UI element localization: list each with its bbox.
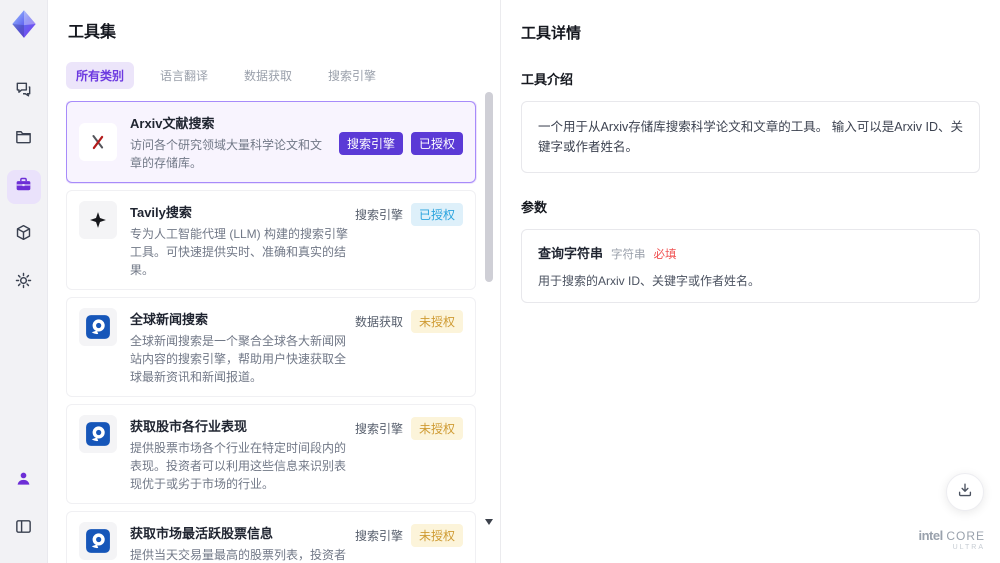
tool-name: 获取市场最活跃股票信息 [130,526,274,541]
tool-name: Arxiv文献搜索 [130,116,215,131]
intel-core-logo: intel CORE ULTRA [918,529,985,551]
category-label: 搜索引擎 [354,208,403,222]
sidebar-item-panel-toggle[interactable] [7,512,41,546]
tab-data-fetch[interactable]: 数据获取 [234,62,302,89]
sidebar-item-account[interactable] [7,464,41,498]
param-type: 字符串 [611,249,646,261]
tab-all-categories[interactable]: 所有类别 [66,62,135,89]
category-badge: 搜索引擎 [338,131,403,155]
list-scrollbar[interactable] [485,86,493,559]
tool-description: 专为人工智能代理 (LLM) 构建的搜索引擎工具。可快速提供实时、准确和真实的结… [130,227,349,277]
scrollbar-down-arrow-icon[interactable] [485,519,493,525]
param-description: 用于搜索的Arxiv ID、关键字或作者姓名。 [538,274,761,288]
tool-description: 访问各个研究领域大量科学论文和文章的存储库。 [130,138,323,170]
sidebar-item-files[interactable] [7,122,41,156]
app-window: 工具集 所有类别 语言翻译 数据获取 搜索引擎 Arxiv文献搜索 访问各个研究… [0,0,1000,563]
sidebar-item-settings[interactable] [7,266,41,300]
tool-card-most-active-stocks[interactable]: 获取市场最活跃股票信息 提供当天交易量最高的股票列表，投资者可以利用这些信息来识… [66,511,476,563]
tool-name: 全球新闻搜索 [130,312,209,327]
chat-icon [14,79,33,103]
tool-detail-panel: 工具详情 工具介绍 一个用于从Arxiv存储库搜索科学论文和文章的工具。 输入可… [500,0,1000,563]
intel-wordmark: intel [918,528,943,543]
global-news-logo-icon [79,415,117,453]
sidebar-item-packages[interactable] [7,218,41,252]
tool-card-sector-performance[interactable]: 获取股市各行业表现 提供股票市场各个行业在特定时间段内的表现。投资者可以利用这些… [66,404,476,504]
folder-icon [14,127,33,151]
sidebar-item-tools[interactable] [6,170,41,204]
core-wordmark: CORE [946,529,985,543]
tool-name: 获取股市各行业表现 [130,419,248,434]
parameter-item: 查询字符串 字符串 必填 用于搜索的Arxiv ID、关键字或作者姓名。 [521,229,980,303]
tool-intro-text: 一个用于从Arxiv存储库搜索科学论文和文章的工具。 输入可以是Arxiv ID… [521,101,980,173]
side-panel-icon [14,517,33,541]
app-logo[interactable] [7,7,41,41]
download-icon [956,481,974,504]
tool-list-panel: 工具集 所有类别 语言翻译 数据获取 搜索引擎 Arxiv文献搜索 访问各个研究… [48,0,500,563]
intro-heading: 工具介绍 [521,72,574,87]
category-label: 数据获取 [354,315,403,329]
auth-status-badge: 未授权 [410,417,463,440]
briefcase-icon [14,175,33,199]
tool-description: 全球新闻搜索是一个聚合全球各大新闻网站内容的搜索引擎，帮助用户快速获取全球最新资… [130,334,347,384]
tool-description: 提供股票市场各个行业在特定时间段内的表现。投资者可以利用这些信息来识别表现优于或… [130,441,347,491]
category-tabs: 所有类别 语言翻译 数据获取 搜索引擎 [66,62,500,89]
category-label: 搜索引擎 [354,422,403,436]
sidebar-item-chat[interactable] [7,74,41,108]
tool-name: Tavily搜索 [130,205,192,220]
tool-card-arxiv[interactable]: Arxiv文献搜索 访问各个研究领域大量科学论文和文章的存储库。 搜索引擎 已授… [66,101,476,183]
param-required-flag: 必填 [653,249,677,261]
cube-icon [14,223,33,247]
auth-status-badge: 已授权 [410,203,463,226]
detail-title: 工具详情 [521,25,582,42]
download-button[interactable] [946,473,984,511]
scrollbar-thumb[interactable] [485,92,493,282]
user-avatar-icon [14,469,33,493]
icon-rail [0,0,48,563]
tool-card-tavily[interactable]: Tavily搜索 专为人工智能代理 (LLM) 构建的搜索引擎工具。可快速提供实… [66,190,476,290]
global-news-logo-icon [79,308,117,346]
tavily-star-icon [79,201,117,239]
ultra-wordmark: ULTRA [952,544,985,551]
tool-card-global-news[interactable]: 全球新闻搜索 全球新闻搜索是一个聚合全球各大新闻网站内容的搜索引擎，帮助用户快速… [66,297,476,397]
page-title: 工具集 [68,24,117,41]
auth-status-badge: 未授权 [410,524,463,547]
category-label: 搜索引擎 [354,529,403,543]
auth-status-badge: 未授权 [410,310,463,333]
param-name: 查询字符串 [538,246,604,261]
tool-description: 提供当天交易量最高的股票列表，投资者可以利用这些信息来识别流动性强的股票和潜在的… [130,548,347,562]
gear-icon [14,271,33,295]
tool-card-list: Arxiv文献搜索 访问各个研究领域大量科学论文和文章的存储库。 搜索引擎 已授… [66,101,500,563]
global-news-logo-icon [79,522,117,560]
tab-language-translation[interactable]: 语言翻译 [150,62,218,89]
tab-search-engine[interactable]: 搜索引擎 [318,62,386,89]
params-heading: 参数 [521,200,548,215]
auth-status-badge: 已授权 [410,131,463,155]
arxiv-logo-icon [79,123,117,161]
